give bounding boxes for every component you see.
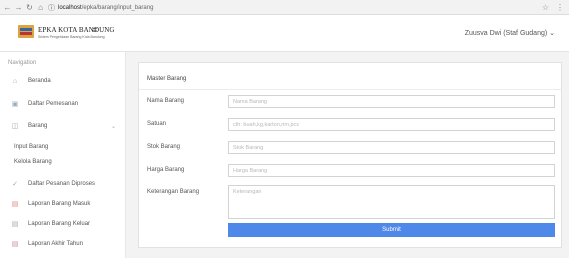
nama-barang-input[interactable] — [228, 95, 555, 108]
check-icon: ✓ — [12, 181, 18, 188]
address-bar[interactable]: ⓘ localhost /epka/barang/input_barang — [48, 2, 518, 13]
app-header: EPKA KOTA BANDUNG Sistem Pengelolaan Bar… — [0, 15, 569, 52]
sidebar-item-daftar-pesanan-diproses[interactable]: ✓ Daftar Pesanan Diproses — [8, 178, 120, 190]
hamburger-menu-icon[interactable]: ≡ — [92, 25, 97, 35]
stok-barang-input[interactable] — [228, 141, 555, 154]
sidebar-item-laporan-barang-keluar[interactable]: ▤ Laporan Barang Keluar — [8, 218, 120, 230]
submit-button[interactable]: Submit — [228, 223, 555, 237]
field-label-harga-barang: Harga Barang — [147, 167, 185, 173]
field-label-keterangan-barang: Keterangan Barang — [147, 189, 200, 195]
url-path: /epka/barang/input_barang — [81, 4, 154, 11]
back-arrow-icon[interactable]: ← — [2, 0, 13, 15]
field-label-stok-barang: Stok Barang — [147, 144, 181, 150]
harga-barang-input[interactable] — [228, 164, 555, 177]
field-label-nama-barang: Nama Barang — [147, 98, 185, 104]
user-menu[interactable]: Zuusva Dwi (Staf Gudang) ⌄ — [465, 29, 555, 37]
sidebar-item-label: Barang — [28, 123, 48, 129]
user-name: Zuusva Dwi (Staf Gudang) — [464, 30, 548, 37]
box-icon: ◫ — [11, 123, 19, 130]
keterangan-textarea[interactable] — [228, 185, 555, 219]
sidebar-item-label: Laporan Barang Keluar — [28, 221, 91, 227]
sidebar-item-label: Beranda — [28, 78, 51, 84]
sidebar-item-laporan-akhir-tahun[interactable]: ▤ Laporan Akhir Tahun — [8, 238, 120, 250]
sidebar-item-beranda[interactable]: ⌂ Beranda — [8, 75, 120, 87]
field-label-satuan: Satuan — [147, 121, 167, 127]
chevron-down-icon: ⌄ — [110, 123, 116, 130]
sidebar-item-label: Laporan Akhir Tahun — [28, 241, 83, 247]
sidebar-title: Navigation — [8, 60, 37, 66]
bookmark-star-icon[interactable]: ☆ — [542, 0, 549, 15]
info-icon[interactable]: ⓘ — [48, 3, 55, 13]
main-content: Master Barang Nama Barang Satuan Stok Ba… — [126, 52, 569, 258]
divider — [139, 89, 561, 90]
sidebar-item-barang[interactable]: ◫ Barang ⌄ — [8, 120, 120, 132]
form-panel: Master Barang Nama Barang Satuan Stok Ba… — [138, 62, 562, 248]
home-icon[interactable]: ⌂ — [35, 0, 46, 15]
url-host: localhost — [58, 4, 82, 11]
sidebar-subitem-input-barang[interactable]: Input Barang — [14, 144, 48, 150]
sidebar-item-daftar-pemesanan[interactable]: ▣ Daftar Pemesanan — [8, 98, 120, 110]
form-title: Master Barang — [147, 76, 187, 82]
report-icon: ▤ — [11, 241, 19, 248]
sidebar-item-label: Laporan Barang Masuk — [28, 201, 91, 207]
satuan-input[interactable] — [228, 118, 555, 131]
reload-icon[interactable]: ↻ — [24, 0, 35, 15]
forward-arrow-icon[interactable]: → — [13, 0, 24, 15]
sidebar-item-label: Daftar Pemesanan — [28, 101, 79, 107]
home-icon: ⌂ — [12, 77, 18, 85]
browser-menu-icon[interactable]: ⋮ — [556, 0, 564, 15]
sidebar-item-laporan-barang-masuk[interactable]: ▤ Laporan Barang Masuk — [8, 198, 120, 210]
brand-title: EPKA KOTA BANDUNG — [38, 26, 115, 34]
report-icon: ▤ — [11, 221, 19, 228]
sidebar-item-label: Daftar Pesanan Diproses — [28, 181, 96, 187]
brand-subtitle: Sistem Pengelolaan Barang Kota Bandung — [38, 35, 105, 39]
sidebar: Navigation ⌂ Beranda ▣ Daftar Pemesanan … — [0, 52, 126, 258]
city-logo-icon — [18, 25, 34, 38]
report-icon: ▤ — [11, 201, 19, 208]
document-icon: ▣ — [11, 101, 19, 108]
sidebar-subitem-kelola-barang[interactable]: Kelola Barang — [14, 159, 52, 165]
browser-toolbar: ← → ↻ ⌂ ⓘ localhost /epka/barang/input_b… — [0, 0, 569, 15]
